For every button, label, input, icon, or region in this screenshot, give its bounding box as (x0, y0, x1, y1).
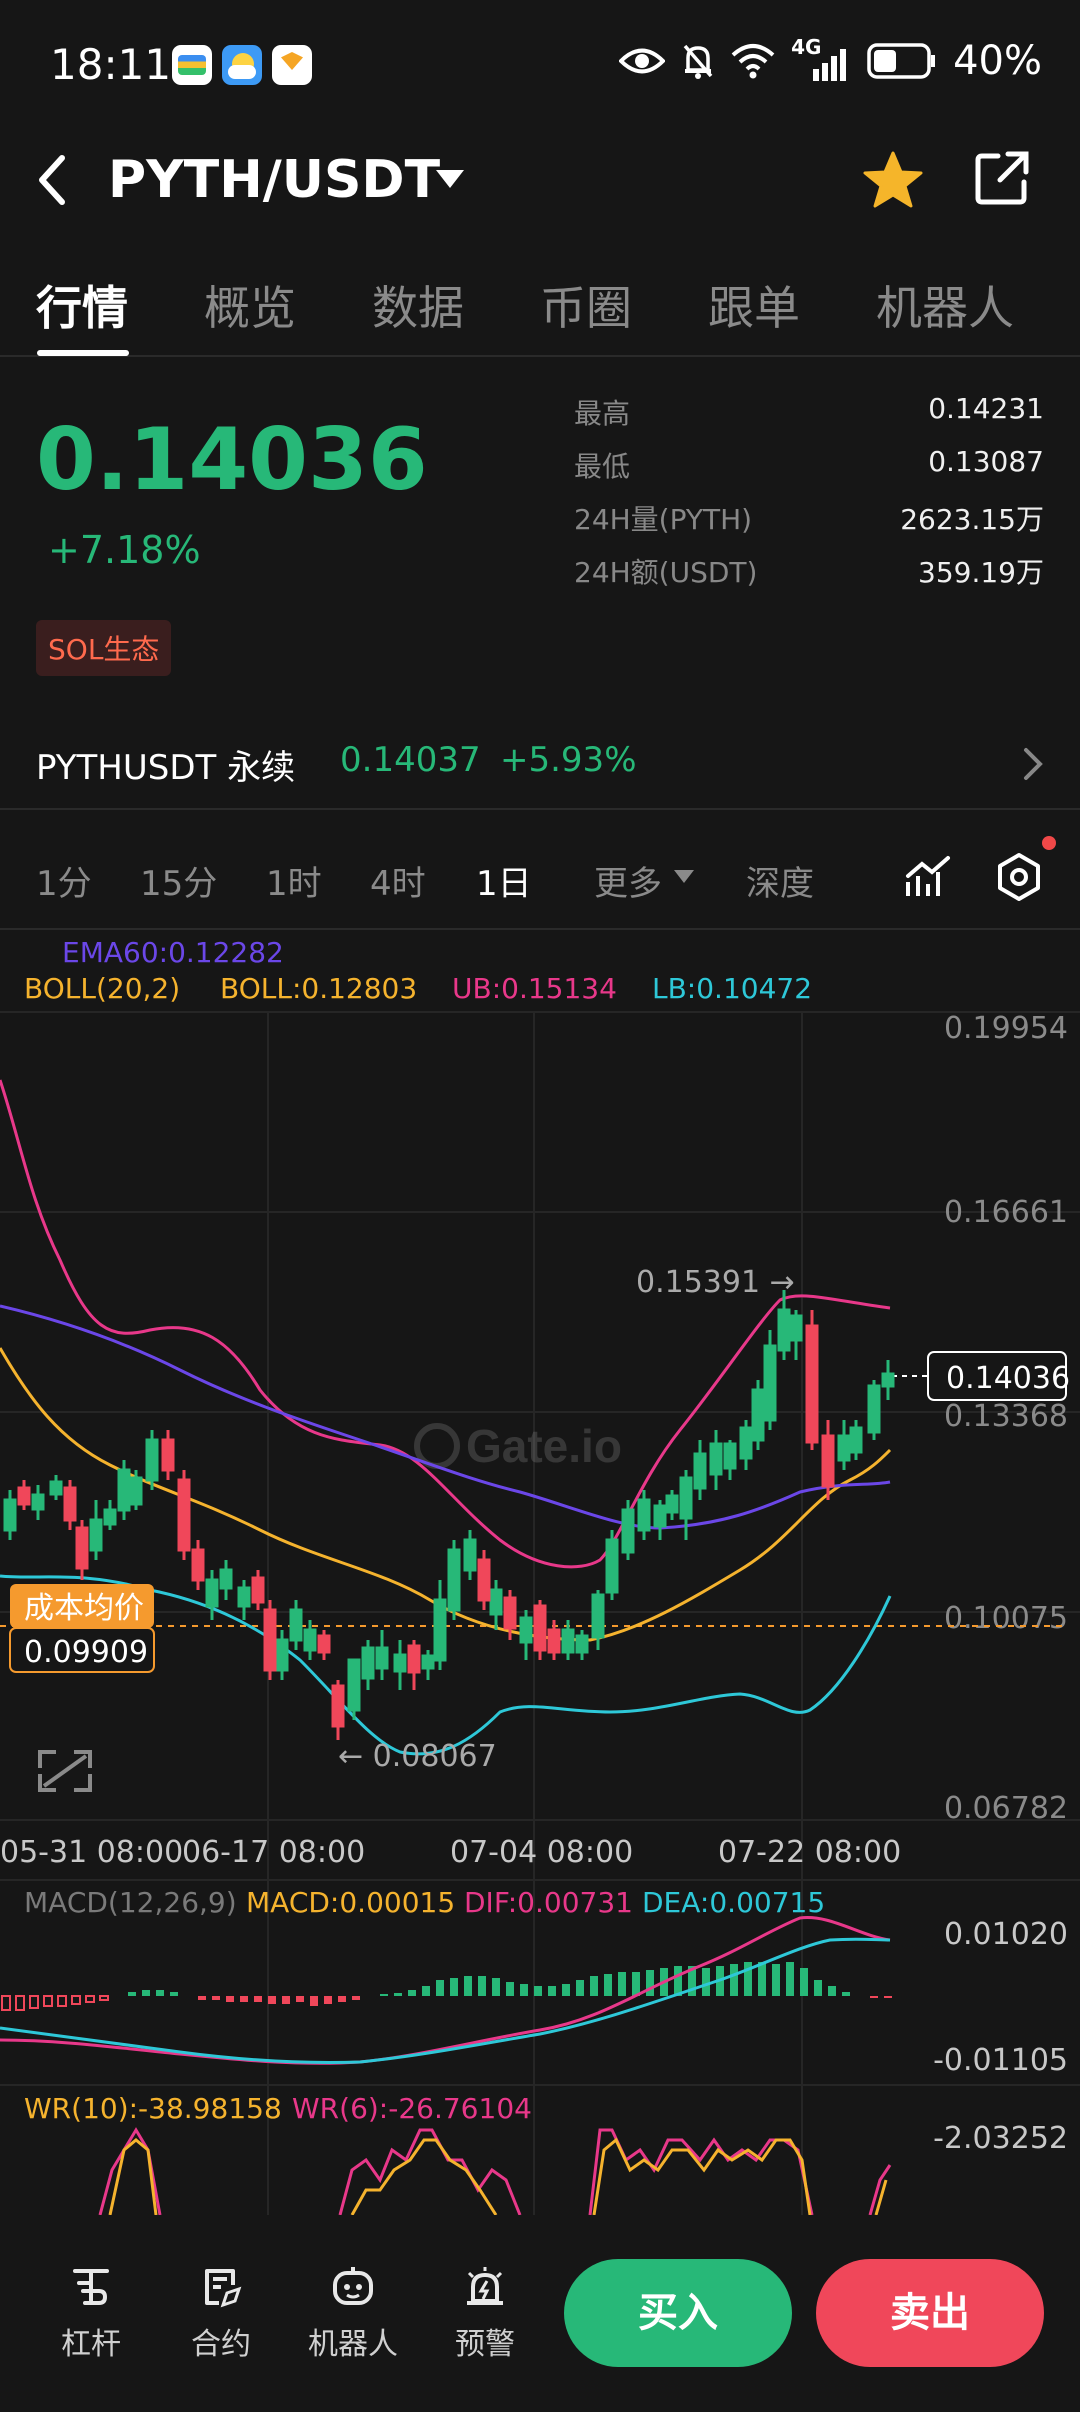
x-tick-label: 05-31 08:00 (0, 1835, 183, 1870)
wr6-line (98, 2127, 892, 2215)
wr-tick-label: -2.03252 (933, 2121, 1068, 2156)
dif-line (0, 1916, 891, 2065)
watermark: Gate.io (414, 1420, 622, 1472)
x-tick-label: 07-04 08:00 (450, 1835, 633, 1870)
macd-legend: MACD:0.00015 (246, 1886, 455, 1919)
nav-alert[interactable]: 预警 (430, 2265, 540, 2363)
futures-icon (205, 2269, 242, 2308)
buy-button[interactable]: 买入 (564, 2259, 792, 2367)
nav-bot[interactable]: 机器人 (298, 2265, 408, 2363)
robot-icon (333, 2267, 373, 2305)
wr10-line (108, 2137, 888, 2215)
bottom-nav: 杠杆 合约 机器人 预警 买入 卖出 (0, 2215, 1080, 2412)
watermark-text: Gate.io (466, 1420, 622, 1472)
x-tick-label: 06-17 08:00 (182, 1835, 365, 1870)
x-tick-label: 07-22 08:00 (718, 1835, 901, 1870)
y-tick-label: 0.19954 (944, 1011, 1068, 1046)
high-marker: 0.15391 → (636, 1265, 795, 1300)
y-tick-label: 0.10075 (944, 1601, 1068, 1636)
cost-tag-label: 成本均价 (24, 1591, 144, 1626)
margin-icon (73, 2269, 109, 2305)
dea-legend: DEA:0.00715 (642, 1886, 825, 1919)
y-tick-label: 0.13368 (944, 1399, 1068, 1434)
wr6-legend: WR(6):-26.76104 (292, 2092, 532, 2125)
y-tick-label: 0.16661 (944, 1195, 1068, 1230)
current-price-tag-text: 0.14036 (946, 1361, 1070, 1396)
alarm-icon (467, 2267, 503, 2305)
wr10-legend: WR(10):-38.98158 (24, 2092, 282, 2125)
fullscreen-icon (38, 1750, 92, 1792)
dea-line (0, 1937, 891, 2064)
y-tick-label: 0.06782 (944, 1791, 1068, 1826)
nav-futures[interactable]: 合约 (166, 2265, 276, 2363)
dif-legend: DIF:0.00731 (464, 1886, 633, 1919)
kline-chart[interactable]: Gate.io 0.19954 0.16661 0.13368 0.10075 … (0, 0, 1080, 2215)
macd-histogram (1, 1962, 892, 2011)
macd-tick-label: -0.01105 (933, 2043, 1068, 2078)
nav-margin[interactable]: 杠杆 (36, 2265, 146, 2363)
sell-button[interactable]: 卖出 (816, 2259, 1044, 2367)
macd-tick-label: 0.01020 (944, 1917, 1068, 1952)
macd-params-legend: MACD(12,26,9) (24, 1886, 237, 1919)
low-marker: ← 0.08067 (338, 1739, 497, 1774)
cost-tag-price: 0.09909 (24, 1635, 148, 1670)
candle-group (17, 1310, 835, 1740)
